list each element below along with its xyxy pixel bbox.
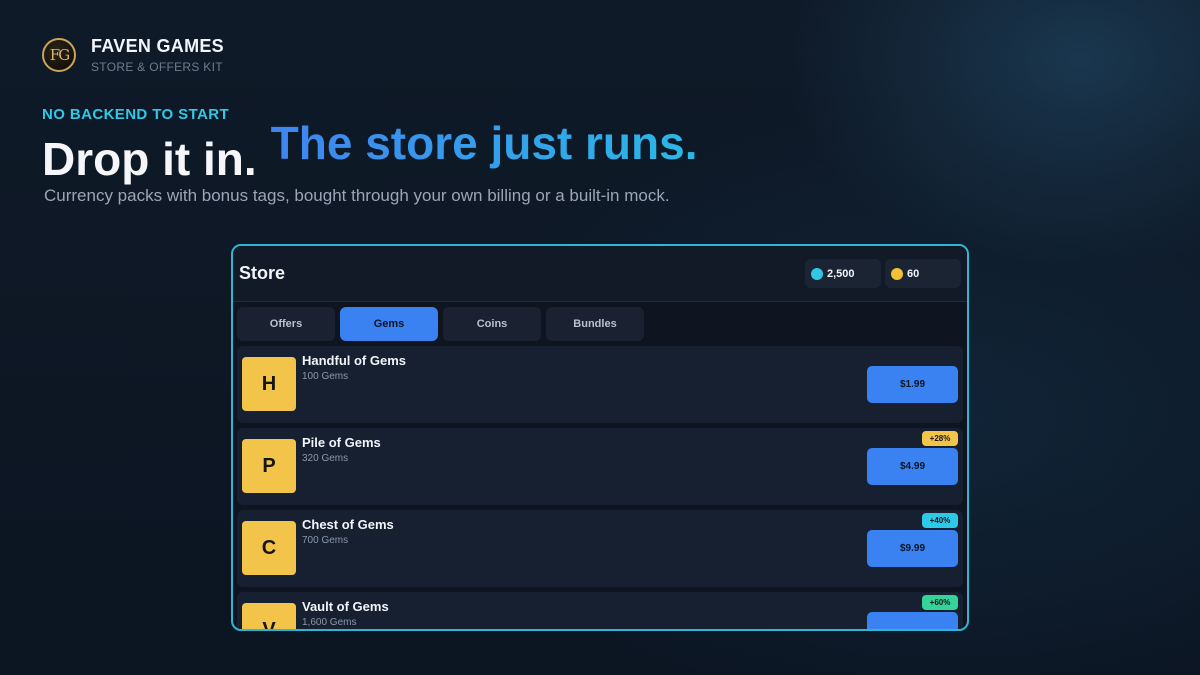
- item-thumbnail: C: [242, 521, 296, 575]
- bonus-badge: +28%: [922, 431, 958, 446]
- faven-games-logo-icon: FG: [42, 38, 76, 72]
- item-name: Chest of Gems: [302, 517, 394, 532]
- list-item: V Vault of Gems 1,600 Gems +60%: [237, 592, 963, 629]
- store-title: Store: [239, 263, 286, 283]
- item-thumbnail: V: [242, 603, 296, 629]
- hero-eyebrow: NO BACKEND TO START: [42, 106, 230, 123]
- list-item: P Pile of Gems 320 Gems +28% $4.99: [237, 428, 963, 505]
- hero-subline: Currency packs with bonus tags, bought t…: [44, 186, 670, 205]
- item-list: H Handful of Gems 100 Gems $1.99 P Pile …: [233, 346, 967, 629]
- tab-bundles[interactable]: Bundles: [546, 307, 644, 341]
- coin-icon: [891, 267, 903, 280]
- bonus-badge: +40%: [922, 513, 958, 528]
- brand-text: FAVEN GAMES STORE & OFFERS KIT: [91, 36, 224, 74]
- store-tabs: Offers Gems Coins Bundles: [233, 302, 967, 346]
- tab-gems[interactable]: Gems: [340, 307, 438, 341]
- headline-primary: Drop it in.: [42, 133, 257, 185]
- store-panel: Store 2,500 60 Offers Gems Coins Bundles…: [231, 244, 969, 631]
- bonus-badge: +60%: [922, 595, 958, 610]
- tab-offers[interactable]: Offers: [237, 307, 335, 341]
- tab-coins[interactable]: Coins: [443, 307, 541, 341]
- wallet-coins-amount: 60: [907, 267, 920, 280]
- item-description: 100 Gems: [302, 371, 349, 382]
- gem-icon: [811, 267, 823, 280]
- wallet-gems-amount: 2,500: [827, 267, 855, 280]
- item-description: 320 Gems: [302, 453, 349, 464]
- buy-button[interactable]: [867, 612, 958, 629]
- list-item: C Chest of Gems 700 Gems +40% $9.99: [237, 510, 963, 587]
- wallet: 2,500 60: [805, 259, 961, 288]
- item-thumbnail: H: [242, 357, 296, 411]
- hero-headline: Drop it in. The store just runs.: [42, 117, 698, 185]
- item-thumbnail: P: [242, 439, 296, 493]
- wallet-coins: 60: [885, 259, 961, 288]
- brand-name: FAVEN GAMES: [91, 36, 224, 56]
- brand-subtitle: STORE & OFFERS KIT: [91, 60, 223, 74]
- wallet-gems: 2,500: [805, 259, 881, 288]
- buy-button[interactable]: $4.99: [867, 448, 958, 485]
- item-description: 1,600 Gems: [302, 617, 357, 628]
- store-header: Store 2,500 60: [233, 246, 967, 302]
- buy-button[interactable]: $1.99: [867, 366, 958, 403]
- headline-accent: The store just runs.: [270, 117, 698, 169]
- brand: FG FAVEN GAMES STORE & OFFERS KIT: [42, 36, 224, 74]
- item-description: 700 Gems: [302, 535, 349, 546]
- item-name: Handful of Gems: [302, 353, 407, 368]
- item-name: Pile of Gems: [302, 435, 381, 450]
- buy-button[interactable]: $9.99: [867, 530, 958, 567]
- list-item: H Handful of Gems 100 Gems $1.99: [237, 346, 963, 423]
- item-name: Vault of Gems: [302, 599, 389, 614]
